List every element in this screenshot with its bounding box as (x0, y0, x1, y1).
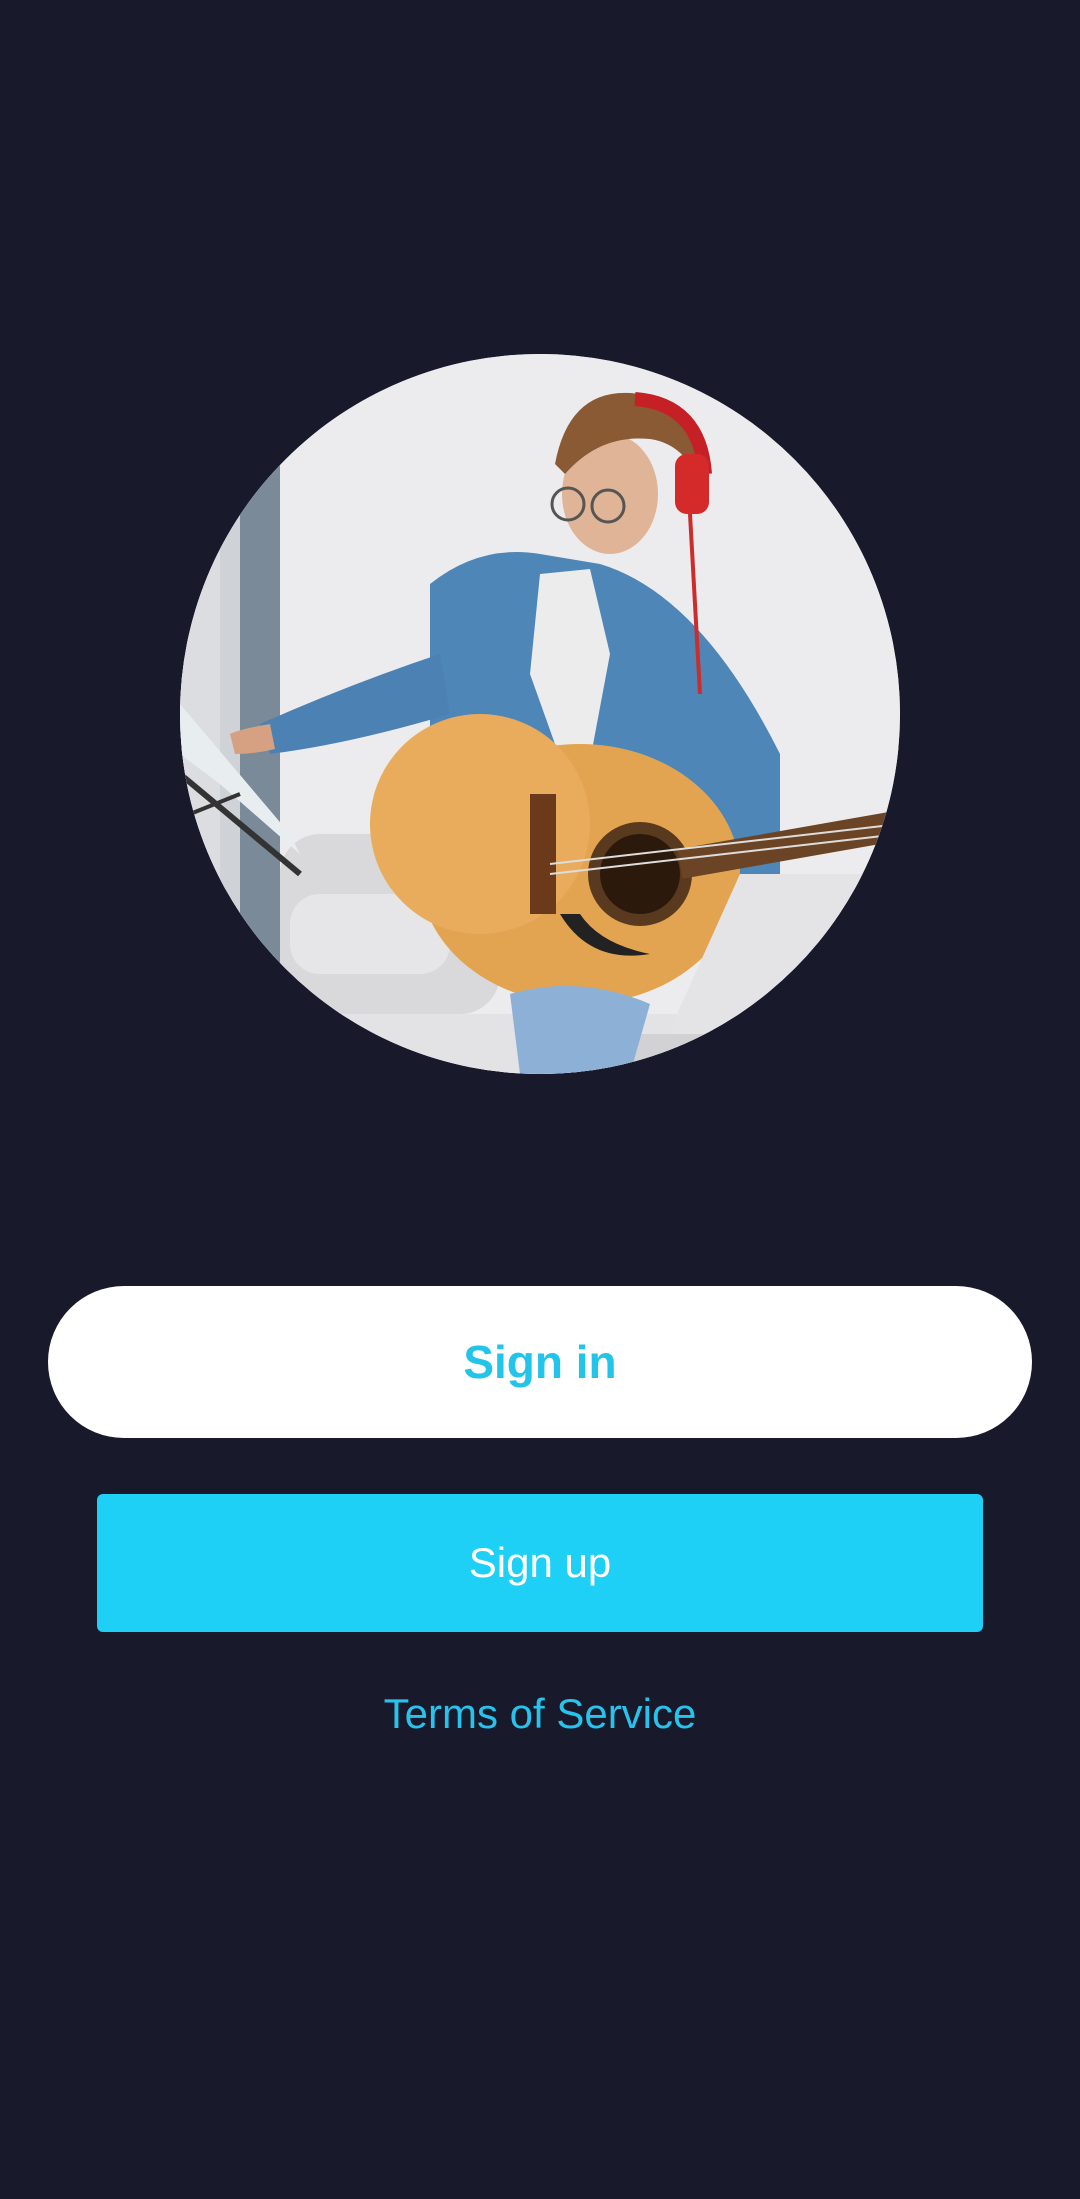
sign-up-button[interactable]: Sign up (97, 1494, 983, 1632)
hero-image (180, 354, 900, 1074)
sign-in-button[interactable]: Sign in (48, 1286, 1032, 1438)
terms-of-service-link[interactable]: Terms of Service (0, 1690, 1080, 1738)
guitarist-illustration (180, 354, 900, 1074)
welcome-screen: Sign in Sign up Terms of Service (0, 0, 1080, 2199)
